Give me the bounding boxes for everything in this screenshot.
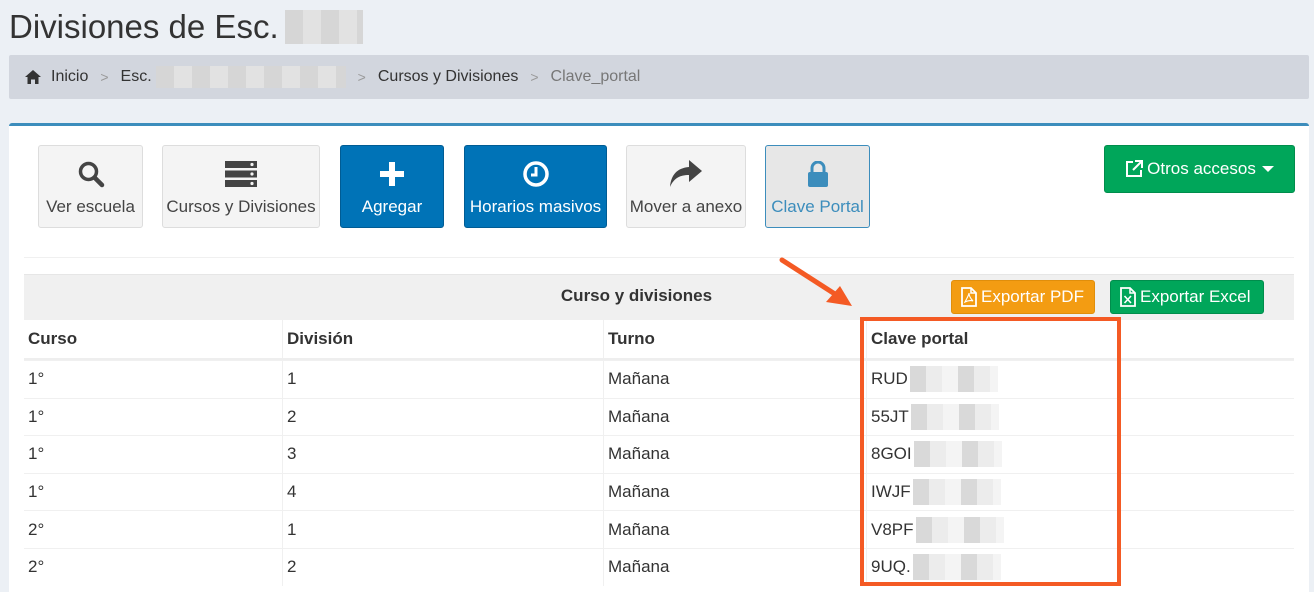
export-excel-button[interactable]: Exportar Excel bbox=[1110, 280, 1264, 314]
search-icon bbox=[78, 161, 104, 188]
cell-turno: Mañana bbox=[603, 361, 866, 398]
cell-turno: Mañana bbox=[603, 473, 866, 511]
share-arrow-icon bbox=[670, 160, 702, 187]
mover-anexo-label: Mover a anexo bbox=[629, 197, 743, 216]
otros-accesos-dropdown[interactable]: Otros accesos bbox=[1104, 145, 1295, 193]
horarios-masivos-label: Horarios masivos bbox=[469, 197, 602, 216]
export-pdf-label: Exportar PDF bbox=[981, 287, 1084, 306]
breadcrumb-home[interactable]: Inicio bbox=[51, 68, 88, 86]
otros-accesos-label: Otros accesos bbox=[1147, 159, 1256, 178]
cell-turno: Mañana bbox=[603, 511, 866, 548]
breadcrumb-separator: > bbox=[530, 69, 539, 85]
cell-turno: Mañana bbox=[603, 398, 866, 436]
breadcrumb-school[interactable]: Esc. bbox=[121, 68, 152, 86]
cell-curso: 1° bbox=[28, 482, 45, 502]
cell-division: 1 bbox=[282, 511, 603, 548]
agregar-button[interactable]: Agregar bbox=[340, 145, 444, 228]
horarios-masivos-button[interactable]: Horarios masivos bbox=[464, 145, 607, 228]
cell-turno: Mañana bbox=[603, 548, 866, 586]
cell-division: 2 bbox=[282, 398, 603, 436]
breadcrumb-current: Clave_portal bbox=[550, 68, 641, 85]
redacted-school-name bbox=[284, 10, 363, 44]
server-list-icon bbox=[225, 161, 257, 187]
header-turno[interactable]: Turno bbox=[603, 320, 866, 358]
clave-portal-label: Clave Portal bbox=[771, 197, 864, 216]
redacted-school-breadcrumb bbox=[155, 66, 346, 88]
lock-icon bbox=[807, 161, 828, 187]
header-curso[interactable]: Curso bbox=[24, 320, 282, 358]
ver-escuela-button[interactable]: Ver escuela bbox=[38, 145, 143, 228]
breadcrumb-separator: > bbox=[357, 69, 366, 85]
plus-icon bbox=[380, 162, 404, 186]
cell-division: 4 bbox=[282, 473, 603, 511]
agregar-label: Agregar bbox=[361, 197, 423, 216]
file-pdf-icon bbox=[961, 287, 977, 307]
breadcrumb-courses[interactable]: Cursos y Divisiones bbox=[378, 68, 518, 86]
section-divider bbox=[24, 257, 1294, 258]
cell-curso: 1° bbox=[28, 406, 45, 426]
caret-down-icon bbox=[1261, 166, 1274, 172]
cell-division: 1 bbox=[282, 361, 603, 398]
mover-anexo-button[interactable]: Mover a anexo bbox=[626, 145, 746, 228]
annotation-highlight-box bbox=[860, 317, 1121, 586]
header-division[interactable]: División bbox=[282, 320, 603, 358]
home-icon bbox=[25, 70, 41, 84]
external-link-icon bbox=[1126, 160, 1144, 177]
cell-curso: 1° bbox=[28, 369, 45, 389]
export-excel-label: Exportar Excel bbox=[1140, 287, 1251, 306]
page-title: Divisiones de Esc. bbox=[9, 8, 363, 46]
cell-division: 3 bbox=[282, 436, 603, 473]
table-caption-bar: Curso y divisiones Exportar PDF Exportar… bbox=[24, 274, 1294, 320]
clock-icon bbox=[522, 161, 549, 187]
breadcrumb-separator: > bbox=[100, 69, 109, 85]
annotation-arrow bbox=[779, 257, 852, 306]
cell-turno: Mañana bbox=[603, 436, 866, 473]
clave-portal-button[interactable]: Clave Portal bbox=[765, 145, 870, 228]
ver-escuela-label: Ver escuela bbox=[46, 197, 135, 216]
file-excel-icon bbox=[1120, 287, 1136, 307]
cell-division: 2 bbox=[282, 548, 603, 586]
export-pdf-button[interactable]: Exportar PDF bbox=[951, 280, 1095, 314]
cell-curso: 2° bbox=[28, 519, 45, 539]
cell-curso: 1° bbox=[28, 444, 45, 464]
breadcrumb: Inicio > Esc. > Cursos y Divisiones > Cl… bbox=[9, 55, 1309, 99]
cursos-divisiones-label: Cursos y Divisiones bbox=[166, 197, 316, 216]
cursos-divisiones-button[interactable]: Cursos y Divisiones bbox=[162, 145, 320, 228]
cell-curso: 2° bbox=[28, 557, 45, 577]
page-title-text: Divisiones de Esc. bbox=[9, 8, 279, 45]
